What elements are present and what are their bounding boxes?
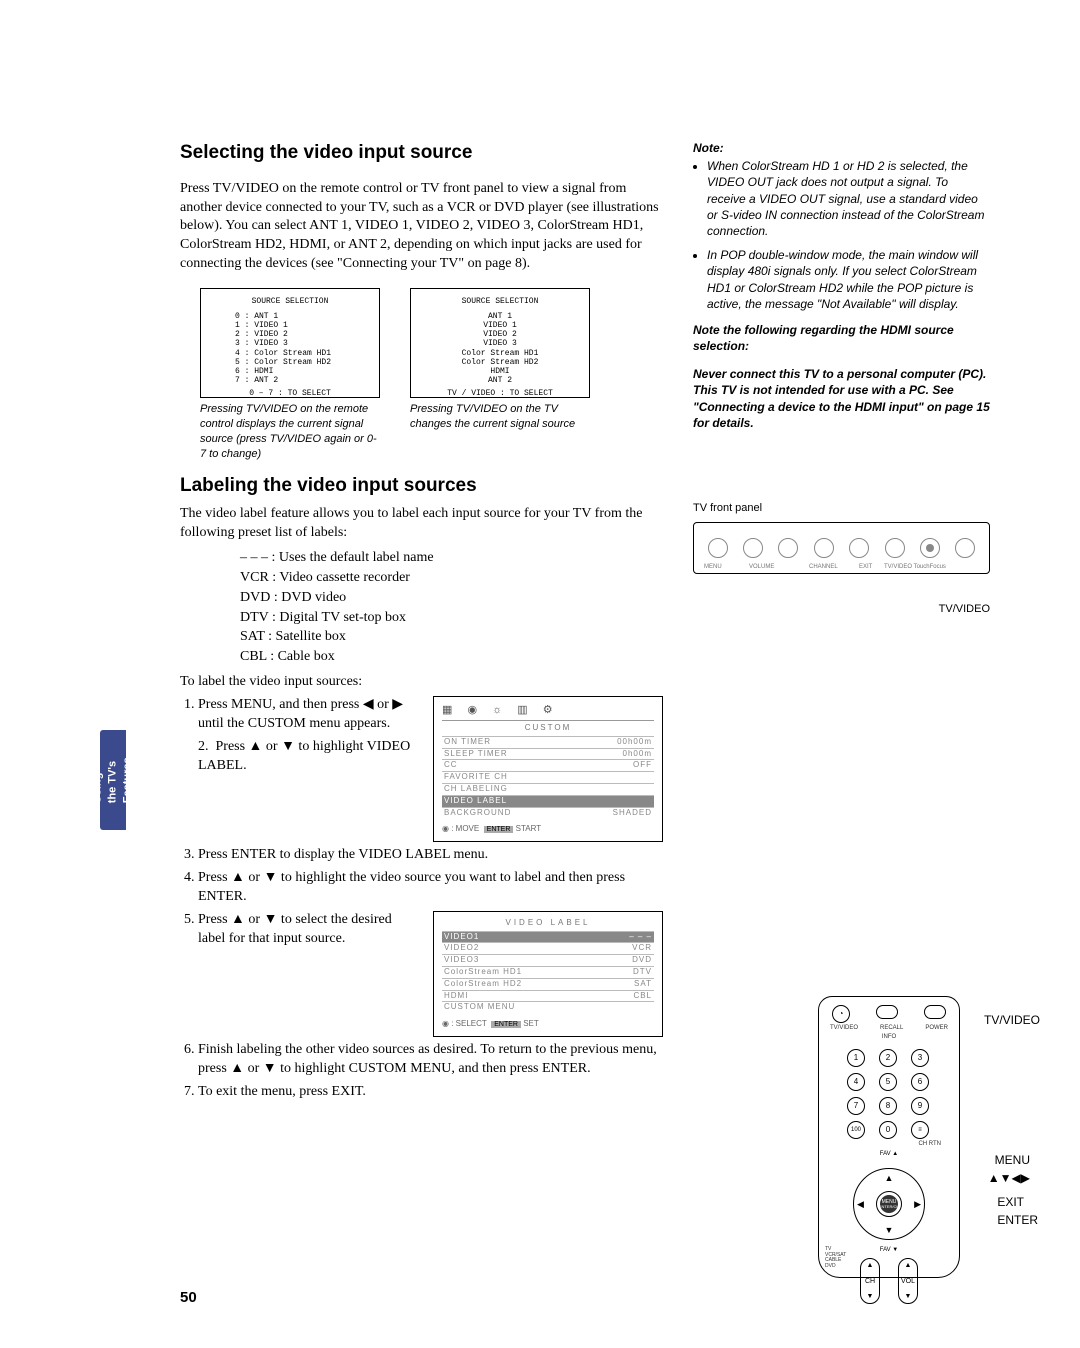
osd-tv: SOURCE SELECTION ANT 1VIDEO 1 VIDEO 2VID… — [410, 288, 590, 398]
osd-remote-caption: Pressing TV/VIDEO on the remote control … — [200, 402, 380, 461]
note-hdmi-body: Never connect this TV to a personal comp… — [693, 366, 990, 431]
remote-ch-rocker[interactable]: ▲CH▼ — [860, 1258, 880, 1304]
steps-cont: Press ENTER to display the VIDEO LABEL m… — [198, 846, 663, 1102]
page-number: 50 — [180, 1288, 197, 1308]
tv-panel-caption: TV front panel — [693, 501, 990, 516]
tv-video-callout: TV/VIDEO — [693, 602, 990, 617]
menu-video-label: VIDEO LABEL VIDEO1– – – VIDEO2VCR VIDEO3… — [433, 911, 663, 1037]
note-list: When ColorStream HD 1 or HD 2 is selecte… — [693, 158, 990, 312]
steps: Press MENU, and then press ◀ or ▶ until … — [198, 696, 663, 842]
callout-exit: EXIT — [997, 1194, 1024, 1210]
callout-arrows: ▲▼◀▶ — [988, 1170, 1030, 1186]
heading-labeling: Labeling the video input sources — [180, 473, 663, 499]
remote-dpad[interactable]: ▲▼◀▶ MENUENTER/CH — [853, 1168, 925, 1240]
remote-recall-button[interactable] — [876, 1005, 898, 1019]
osd-remote: SOURCE SELECTION 0 : ANT 11 : VIDEO 1 2 … — [200, 288, 380, 398]
tv-front-panel: MENU VOLUME CHANNEL EXIT TV/VIDEO TouchF… — [693, 522, 990, 574]
remote-tvvideo-button[interactable]: ◔ — [832, 1005, 850, 1023]
labeling-intro: The video label feature allows you to la… — [180, 505, 663, 543]
to-label: To label the video input sources: — [180, 673, 663, 692]
note-heading: Note: — [693, 140, 990, 156]
callout-menu: MENU — [995, 1152, 1030, 1168]
osd-tv-caption: Pressing TV/VIDEO on the TV changes the … — [410, 402, 590, 432]
menu-custom: ▦ ◉ ☼ ▥ ⚙ CUSTOM ON TIMER00h00m SLEEP TI… — [433, 696, 663, 842]
heading-selecting: Selecting the video input source — [180, 140, 663, 166]
intro-paragraph: Press TV/VIDEO on the remote control or … — [180, 180, 663, 274]
remote-control: ◔ TV/VIDEORECALLPOWER INFO 123 456 789 1… — [818, 996, 960, 1278]
osd-row: SOURCE SELECTION 0 : ANT 11 : VIDEO 1 2 … — [200, 288, 663, 461]
label-list: – – – : Uses the default label nameVCR :… — [240, 549, 663, 667]
callout-tvvideo: TV/VIDEO — [984, 1012, 1040, 1028]
remote-mode-labels: TV VCR/SAT CABLE DVD — [825, 1247, 846, 1269]
remote-number-pad[interactable]: 123 456 789 1000≡ — [819, 1049, 959, 1139]
side-tab: Using the TV's Features — [100, 730, 126, 830]
note-hdmi-heading: Note the following regarding the HDMI so… — [693, 322, 990, 354]
remote-power-button[interactable] — [924, 1005, 946, 1019]
remote-vol-rocker[interactable]: ▲VOL▼ — [898, 1258, 918, 1304]
callout-enter: ENTER — [997, 1212, 1038, 1228]
